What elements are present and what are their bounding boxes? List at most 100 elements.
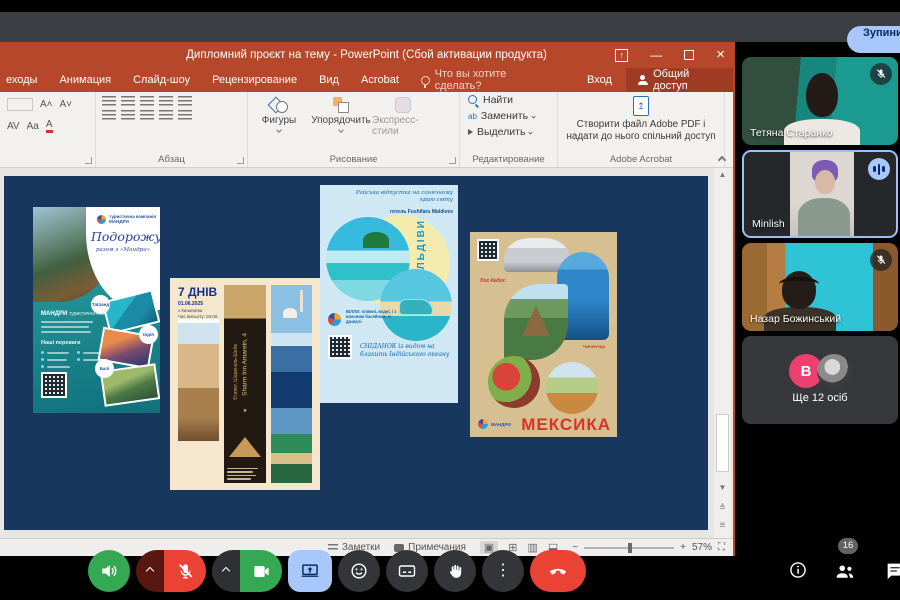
participant-tile[interactable]: Тетяна Старанко xyxy=(742,57,898,145)
line-spacing-icon[interactable] xyxy=(178,96,192,106)
zoom-slider-thumb[interactable] xyxy=(628,543,632,553)
camera-button[interactable] xyxy=(240,550,282,592)
egypt-right-panel xyxy=(271,285,312,483)
shapes-button[interactable]: Фигуры xyxy=(248,92,310,137)
bullets-icon[interactable] xyxy=(102,96,116,106)
font-color-icon[interactable]: A xyxy=(46,119,53,133)
brochure-maldives[interactable]: Райська відпустка на сонячному краю світ… xyxy=(320,185,458,403)
columns-icon[interactable] xyxy=(178,110,192,120)
align-left-icon[interactable] xyxy=(102,110,116,120)
present-screen-button[interactable] xyxy=(288,550,332,592)
maximize-button[interactable] xyxy=(684,50,694,60)
tab-review[interactable]: Рецензирование xyxy=(212,74,297,86)
close-button[interactable]: × xyxy=(716,49,725,61)
powerpoint-title-bar: Дипломний проєкт на тему - PowerPoint (С… xyxy=(0,42,733,68)
find-button[interactable]: Найти xyxy=(460,92,557,108)
select-button[interactable]: Выделить xyxy=(460,124,557,140)
advantages-heading: Наші переваги xyxy=(41,340,81,346)
align-center-icon[interactable] xyxy=(121,110,135,120)
brochure-travel[interactable]: туристична компаніяМАНДРИ Подорожуй разо… xyxy=(33,207,160,413)
mic-control xyxy=(136,550,206,592)
font-size-box[interactable] xyxy=(7,98,33,111)
brochure-mexico[interactable]: Лос-Кабос Чичен-Іца МАНДРИ МЕКСИКА xyxy=(470,232,617,437)
meeting-screen: Зупинити презентацію Дипломний проєкт на… xyxy=(0,0,900,600)
arrange-button[interactable]: Упорядочить xyxy=(310,92,372,137)
create-pdf-button[interactable]: ↥ Створити файл Adobe PDF і надати до нь… xyxy=(558,92,724,143)
photo-resort xyxy=(271,408,312,483)
mic-muted-badge xyxy=(870,249,892,271)
qr-code xyxy=(328,335,352,359)
dialog-launcher-icon[interactable] xyxy=(449,157,456,164)
captions-icon xyxy=(397,561,417,581)
scroll-up-icon[interactable]: ▲ xyxy=(714,170,731,179)
zoom-in-button[interactable]: + xyxy=(680,542,686,553)
zoom-level[interactable]: 57% xyxy=(692,542,712,553)
replace-button[interactable]: ab Заменить xyxy=(460,108,557,124)
stop-presenting-button[interactable]: Зупинити презентацію xyxy=(847,26,900,53)
arrange-icon xyxy=(333,97,349,113)
vertical-scrollbar[interactable]: ▲ ▼ ≜ ≝ xyxy=(714,168,731,538)
shapes-icon xyxy=(270,97,288,113)
decrease-indent-icon[interactable] xyxy=(140,96,154,106)
quick-styles-button[interactable]: Экспресс-стили xyxy=(372,92,434,137)
scroll-down-icon[interactable]: ▼ xyxy=(714,483,731,492)
ribbon-options-icon[interactable]: ↑ xyxy=(615,49,628,62)
sign-in-button[interactable]: Вход xyxy=(573,74,626,86)
powerpoint-window: Дипломний проєкт на тему - PowerPoint (С… xyxy=(0,42,735,556)
tab-transitions[interactable]: еходы xyxy=(6,74,37,86)
minimize-button[interactable]: — xyxy=(650,49,662,61)
mandry-logo-icon xyxy=(328,313,341,326)
meeting-info-button[interactable] xyxy=(788,560,808,585)
zoom-slider[interactable] xyxy=(584,547,674,549)
scrollbar-thumb[interactable] xyxy=(716,414,729,472)
raise-hand-button[interactable] xyxy=(434,550,476,592)
tab-slideshow[interactable]: Слайд-шоу xyxy=(133,74,190,86)
captions-button[interactable] xyxy=(386,550,428,592)
people-button[interactable] xyxy=(834,560,856,587)
mic-options-button[interactable] xyxy=(136,550,164,592)
ribbon-group-acrobat: ↥ Створити файл Adobe PDF і надати до нь… xyxy=(558,92,725,167)
lightbulb-icon xyxy=(421,76,430,85)
chat-button[interactable] xyxy=(884,560,900,587)
numbering-icon[interactable] xyxy=(121,96,135,106)
tab-animations[interactable]: Анимация xyxy=(59,74,111,86)
person-silhouette xyxy=(815,170,835,194)
egypt-middle-panel: Sharm Inn Amarein, 4 Єгипет, Шарм-ель-Ше… xyxy=(224,285,265,483)
star-icon: ★ xyxy=(243,408,247,414)
reactions-button[interactable] xyxy=(338,550,380,592)
speaker-button[interactable] xyxy=(88,550,130,592)
dialog-launcher-icon[interactable] xyxy=(237,157,244,164)
shrink-font-icon[interactable]: A˅ xyxy=(60,99,73,110)
dialog-launcher-icon[interactable] xyxy=(85,157,92,164)
tour-details-text xyxy=(227,466,262,480)
slide-canvas: туристична компаніяМАНДРИ Подорожуй разо… xyxy=(0,168,733,538)
next-slide-icon[interactable]: ≝ xyxy=(714,521,731,530)
smiley-icon xyxy=(349,561,369,581)
present-screen-icon xyxy=(300,561,320,581)
meet-top-bar: Зупинити презентацію xyxy=(0,12,900,42)
justify-icon[interactable] xyxy=(159,110,173,120)
end-call-button[interactable] xyxy=(530,550,586,592)
tab-acrobat[interactable]: Acrobat xyxy=(361,74,399,86)
grow-font-icon[interactable]: A˄ xyxy=(40,99,53,110)
camera-options-button[interactable] xyxy=(212,550,240,592)
increase-indent-icon[interactable] xyxy=(159,96,173,106)
previous-slide-icon[interactable]: ≜ xyxy=(714,503,731,512)
participant-tile-active[interactable]: Minlish xyxy=(742,150,898,238)
share-button[interactable]: Общий доступ xyxy=(626,68,733,92)
speaker-icon xyxy=(99,561,119,581)
align-right-icon[interactable] xyxy=(140,110,154,120)
more-options-button[interactable]: ⋮ xyxy=(482,550,524,592)
tab-view[interactable]: Вид xyxy=(319,74,339,86)
mic-mute-button[interactable] xyxy=(164,550,206,592)
slide[interactable]: туристична компаніяМАНДРИ Подорожуй разо… xyxy=(4,176,708,530)
character-spacing-icon[interactable]: AV xyxy=(7,121,20,132)
more-participants-tile[interactable]: В Ще 12 осіб xyxy=(742,336,898,424)
participant-tile[interactable]: Назар Божинський xyxy=(742,243,898,331)
change-case-icon[interactable]: Aa xyxy=(27,121,39,132)
tell-me-box[interactable]: Что вы хотите сделать? xyxy=(421,68,551,92)
palm-graphic xyxy=(363,232,389,248)
hotel-location: Єгипет, Шарм-ель-Шейх xyxy=(233,344,239,400)
fit-to-window-button[interactable]: ⛶ xyxy=(718,542,725,553)
brochure-egypt[interactable]: 7 ДНІВ 01.06.2025 з Кишинева Час вильоту… xyxy=(170,278,320,490)
